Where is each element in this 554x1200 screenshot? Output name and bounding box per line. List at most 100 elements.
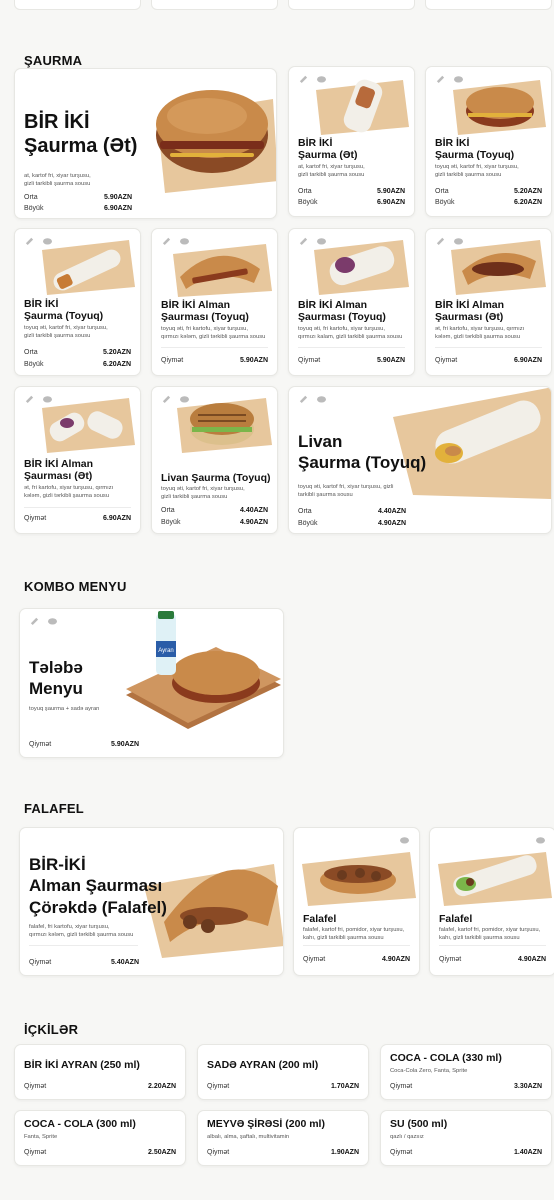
menu-item-card[interactable]: Livan Şaurma (Toyuq) toyuq əti, kartof f… — [151, 386, 278, 534]
item-description: toyuq əti, fri kartofu, xiyar turşusu, q… — [298, 326, 403, 340]
menu-item-card[interactable]: Falafel falafel, kartof fri, pomidor, xi… — [293, 827, 420, 976]
item-photo — [168, 239, 274, 299]
item-title: BİR İKİ Alman Şaurması (Toyuq) — [161, 299, 249, 323]
menu-item-card[interactable]: BİR İKİ Alman Şaurması (Ət) ət, fri kart… — [14, 386, 141, 534]
drink-title: BİR İKİ AYRAN (250 ml) — [24, 1059, 140, 1071]
divider — [298, 347, 405, 348]
price-row: Böyük 6.20AZN — [24, 361, 131, 368]
item-photo: Ayran — [116, 611, 281, 729]
section-title-ickiler: İÇKİLƏR — [24, 1022, 79, 1037]
previous-card-edge — [425, 0, 552, 10]
item-title: BİR İKİ Şaurma (Toyuq) — [435, 137, 515, 161]
drink-card[interactable]: SADƏ AYRAN (200 ml) Qiymət 1.70AZN — [197, 1044, 369, 1100]
price-row: Qiymət 6.90AZN — [435, 357, 542, 364]
menu-item-card[interactable]: BİR İKİ Alman Şaurması (Ət) ət, fri kart… — [425, 228, 552, 376]
price-row: Qiymət 4.90AZN — [439, 956, 546, 963]
pepper-icon — [435, 74, 446, 83]
item-title: BİR İKİ Şaurma (Ət) — [298, 137, 358, 161]
menu-item-card[interactable]: Livan Şaurma (Toyuq) toyuq əti, kartof f… — [288, 386, 552, 534]
item-photo — [309, 235, 411, 297]
item-photo — [446, 235, 548, 297]
pepper-icon — [298, 236, 309, 245]
menu-item-card[interactable]: BİR İKİ Şaurma (Toyuq) toyuq əti, kartof… — [14, 228, 141, 376]
drink-card[interactable]: SU (500 ml) qazlı / qazsız Qiymət 1.40AZN — [380, 1110, 552, 1166]
drink-card[interactable]: COCA - COLA (330 ml) Coca-Cola Zero, Fan… — [380, 1044, 552, 1100]
menu-item-card[interactable]: BİR İKİ Alman Şaurması (Toyuq) toyuq əti… — [288, 228, 415, 376]
price-row: Qiymət 2.50AZN — [24, 1149, 176, 1156]
section-title-kombo: KOMBO MENYU — [24, 579, 127, 594]
drink-description: Coca-Cola Zero, Fanta, Sprite — [390, 1068, 468, 1074]
divider — [303, 945, 410, 946]
divider — [439, 945, 546, 946]
menu-item-card[interactable]: Ayran Tələbə Menyu toyuq şaurma + sadə a… — [19, 608, 284, 758]
menu-item-card[interactable]: BİR İKİ Şaurma (Toyuq) toyuq əti, kartof… — [425, 66, 552, 217]
price-row: Qiymət 4.90AZN — [303, 956, 410, 963]
price-row: Qiymət 5.40AZN — [29, 959, 139, 966]
item-photo — [172, 393, 274, 455]
item-title: Tələbə Menyu — [29, 658, 83, 699]
item-title: Falafel — [303, 913, 337, 925]
price-row: Orta 5.90AZN — [24, 194, 132, 201]
section-title-falafel: FALAFEL — [24, 801, 84, 816]
item-description: falafel, kartof fri, pomidor, xiyar turş… — [439, 927, 541, 941]
item-description: ət, fri kartofu, xiyar turşusu, qırmızı … — [24, 485, 114, 499]
drink-description: Fanta, Sprite — [24, 1134, 58, 1140]
item-description: toyuq əti, kartof fri, xiyar turşusu, gi… — [298, 484, 394, 498]
item-title: BİR İKİ Alman Şaurması (Ət) — [435, 299, 505, 323]
svg-text:Ayran: Ayran — [158, 648, 174, 654]
pepper-icon — [24, 394, 35, 403]
price-row: Orta 4.40AZN — [298, 508, 406, 515]
menu-item-card[interactable]: BİR İKİ Şaurma (Ət) at, kartof fri, xiya… — [288, 66, 415, 217]
price-row: Qiymət 5.90AZN — [161, 357, 268, 364]
item-description: at, kartof fri, xiyar turşusu, gizli tar… — [298, 164, 365, 178]
price-row: Böyük 6.90AZN — [298, 199, 405, 206]
price-row: Qiymət 1.40AZN — [390, 1149, 542, 1156]
price-row: Qiymət 5.90AZN — [298, 357, 405, 364]
item-description: at, kartof fri, xiyar turşusu, gizli tar… — [24, 173, 91, 187]
previous-card-edge — [288, 0, 415, 10]
menu-item-card[interactable]: Falafel falafel, kartof fri, pomidor, xi… — [429, 827, 554, 976]
item-title: Livan Şaurma (Toyuq) — [161, 472, 271, 484]
item-description: toyuq əti, kartof fri, xiyar turşusu, gi… — [161, 486, 245, 500]
pepper-icon — [298, 394, 309, 403]
item-photo — [448, 75, 548, 137]
drink-card[interactable]: MEYVƏ ŞİRƏSİ (200 ml) albalı, alma, şaft… — [197, 1110, 369, 1166]
drink-card[interactable]: COCA - COLA (300 ml) Fanta, Sprite Qiymə… — [14, 1110, 186, 1166]
price-row: Orta 5.20AZN — [24, 349, 131, 356]
item-title: BİR-İKİ Alman Şaurması Çörəkdə (Falafel) — [29, 855, 167, 917]
item-photo — [37, 235, 137, 297]
drink-title: COCA - COLA (300 ml) — [24, 1118, 136, 1130]
item-title: BİR İKİ Şaurma (Toyuq) — [24, 298, 104, 322]
price-row: Böyük 4.90AZN — [298, 520, 406, 527]
section-title-saurma: ŞAURMA — [24, 53, 83, 68]
item-photo — [311, 75, 411, 137]
menu-item-card[interactable]: BİR-İKİ Alman Şaurması Çörəkdə (Falafel)… — [19, 827, 284, 976]
price-row: Böyük 6.90AZN — [24, 205, 132, 212]
price-row: Orta 5.90AZN — [298, 188, 405, 195]
divider — [161, 347, 268, 348]
price-row: Qiymət 5.90AZN — [29, 741, 139, 748]
menu-item-card[interactable]: BİR İKİ Alman Şaurması (Toyuq) toyuq əti… — [151, 228, 278, 376]
item-title: BİR İKİ Alman Şaurması (Ət) — [24, 458, 94, 482]
item-description: toyuq əti, kartof fri, xiyar turşusu, gi… — [435, 164, 519, 178]
pepper-icon — [29, 616, 40, 625]
pepper-icon — [298, 74, 309, 83]
drink-title: SADƏ AYRAN (200 ml) — [207, 1059, 319, 1071]
menu-item-card[interactable]: BİR İKİ Şaurma (Ət) at, kartof fri, xiya… — [14, 68, 277, 219]
price-row: Böyük 4.90AZN — [161, 519, 268, 526]
pepper-icon — [161, 394, 172, 403]
item-description: toyuq əti, kartof fri, xiyar turşusu, gi… — [24, 325, 108, 339]
price-row: Qiymət 1.70AZN — [207, 1083, 359, 1090]
previous-card-edge — [14, 0, 141, 10]
previous-card-edge — [151, 0, 278, 10]
cloud-icon — [316, 394, 327, 403]
divider — [29, 945, 138, 946]
drink-title: COCA - COLA (330 ml) — [390, 1052, 502, 1064]
drink-card[interactable]: BİR İKİ AYRAN (250 ml) Qiymət 2.20AZN — [14, 1044, 186, 1100]
divider — [24, 507, 131, 508]
item-title: BİR İKİ Şaurma (Ət) — [24, 111, 138, 157]
item-description: toyuq əti, fri kartofu, xiyar turşusu, q… — [161, 326, 266, 340]
item-title: Falafel — [439, 913, 473, 925]
drink-description: qazlı / qazsız — [390, 1134, 424, 1140]
item-photo — [145, 69, 276, 194]
